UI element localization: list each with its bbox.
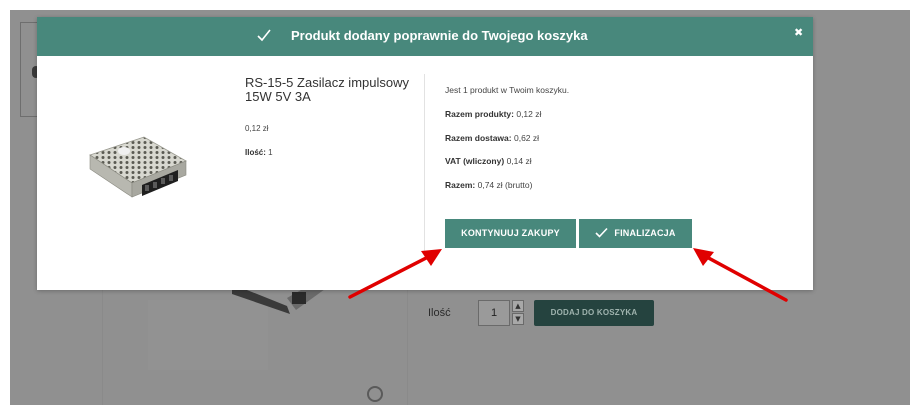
total-products-row: Razem produkty: 0,12 zł — [445, 109, 541, 119]
modal-title: Produkt dodany poprawnie do Twojego kosz… — [291, 28, 588, 43]
vat-row: VAT (wliczony) 0,14 zł — [445, 156, 532, 166]
column-divider — [407, 290, 408, 405]
total-products-value: 0,12 zł — [516, 109, 542, 119]
quantity-up-button[interactable]: ▲ — [512, 300, 524, 312]
quantity-label: Ilość — [428, 307, 451, 319]
product-quantity-label: Ilość: — [245, 148, 266, 157]
total-products-label: Razem produkty: — [445, 109, 514, 119]
zoom-icon[interactable] — [367, 386, 383, 402]
check-icon — [257, 29, 271, 42]
checkout-button[interactable]: FINALIZACJA — [579, 219, 692, 248]
product-price: 0,12 zł — [245, 124, 269, 133]
cart-items-count: Jest 1 produkt w Twoim koszyku. — [445, 85, 570, 95]
vat-label: VAT (wliczony) — [445, 156, 505, 166]
cart-confirmation-modal: Produkt dodany poprawnie do Twojego kosz… — [37, 17, 813, 290]
close-icon[interactable]: ✖ — [794, 26, 803, 39]
power-supply-image — [89, 136, 187, 198]
total-shipping-value: 0,62 zł — [513, 133, 540, 143]
grand-total-row: Razem: 0,74 zł (brutto) — [445, 180, 532, 190]
total-shipping-label: Razem dostawa: — [445, 133, 512, 143]
grand-total-value: 0,74 zł (brutto) — [477, 180, 533, 190]
quantity-input[interactable]: 1 — [478, 300, 510, 326]
check-icon — [595, 227, 608, 238]
total-shipping-row: Razem dostawa: 0,62 zł — [445, 133, 539, 143]
add-to-cart-button[interactable]: DODAJ DO KOSZYKA — [534, 300, 654, 326]
checkout-button-label: FINALIZACJA — [614, 228, 676, 238]
product-name: RS-15-5 Zasilacz impulsowy 15W 5V 3A — [245, 75, 409, 104]
grand-total-label: Razem: — [445, 180, 476, 190]
column-divider — [102, 290, 103, 405]
modal-divider — [424, 74, 425, 252]
vat-value: 0,14 zł — [506, 156, 532, 166]
product-quantity: Ilość: 1 — [245, 148, 273, 157]
quantity-down-button[interactable]: ▼ — [512, 313, 524, 325]
continue-shopping-button[interactable]: KONTYNUUJ ZAKUPY — [445, 219, 576, 248]
product-quantity-value: 1 — [268, 148, 273, 157]
modal-header: Produkt dodany poprawnie do Twojego kosz… — [37, 17, 813, 56]
